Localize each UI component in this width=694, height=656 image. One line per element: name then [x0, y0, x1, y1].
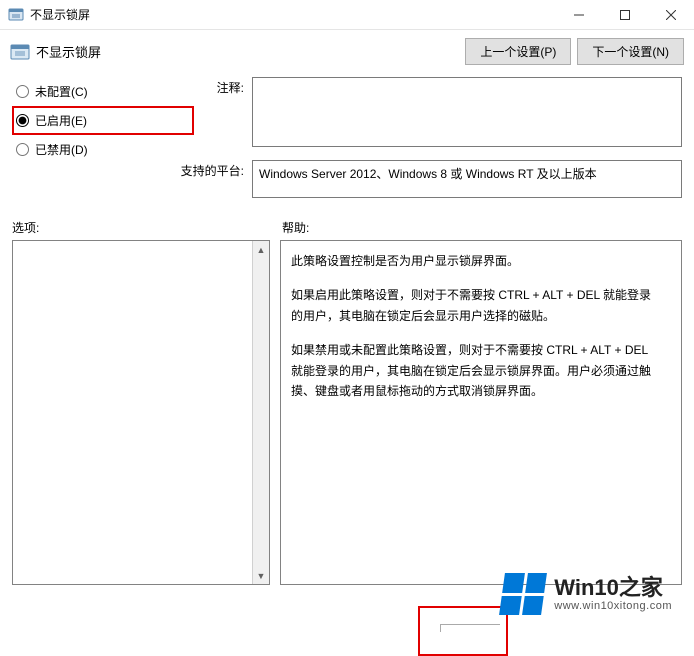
- scroll-up-icon[interactable]: ▲: [253, 241, 269, 258]
- state-radio-group: 未配置(C) 已启用(E) 已禁用(D): [12, 77, 192, 201]
- radio-enabled-input[interactable]: [16, 114, 29, 127]
- next-setting-button[interactable]: 下一个设置(N): [577, 38, 684, 65]
- radio-label: 已禁用(D): [35, 141, 88, 158]
- scroll-down-icon[interactable]: ▼: [253, 567, 269, 584]
- radio-label: 已启用(E): [35, 112, 87, 129]
- policy-name: 不显示锁屏: [36, 42, 459, 61]
- minimize-button[interactable]: [556, 0, 602, 29]
- radio-enabled[interactable]: 已启用(E): [12, 106, 192, 135]
- help-label: 帮助:: [282, 219, 309, 236]
- watermark-url: www.win10xitong.com: [554, 600, 672, 612]
- header: 不显示锁屏 上一个设置(P) 下一个设置(N): [0, 30, 694, 77]
- radio-not-configured-input[interactable]: [16, 85, 29, 98]
- app-icon: [8, 7, 24, 23]
- comment-label: 注释:: [192, 77, 252, 96]
- highlight-box-bottom: [418, 606, 508, 656]
- help-paragraph: 如果禁用或未配置此策略设置，则对于不需要按 CTRL + ALT + DEL 就…: [291, 340, 659, 401]
- scrollbar[interactable]: ▲ ▼: [252, 241, 269, 584]
- options-pane: ▲ ▼: [12, 240, 270, 585]
- maximize-button[interactable]: [602, 0, 648, 29]
- radio-not-configured[interactable]: 未配置(C): [12, 77, 192, 106]
- lower-labels: 选项: 帮助:: [12, 219, 682, 236]
- help-pane[interactable]: 此策略设置控制是否为用户显示锁屏界面。 如果启用此策略设置，则对于不需要按 CT…: [280, 240, 682, 585]
- title-bar: 不显示锁屏: [0, 0, 694, 30]
- window-controls: [556, 0, 694, 29]
- supported-textarea[interactable]: [252, 160, 682, 198]
- window-title: 不显示锁屏: [30, 6, 556, 23]
- policy-icon: [10, 42, 30, 62]
- radio-disabled-input[interactable]: [16, 143, 29, 156]
- prev-setting-button[interactable]: 上一个设置(P): [465, 38, 571, 65]
- help-paragraph: 此策略设置控制是否为用户显示锁屏界面。: [291, 251, 659, 271]
- close-button[interactable]: [648, 0, 694, 29]
- radio-disabled[interactable]: 已禁用(D): [12, 135, 192, 164]
- radio-label: 未配置(C): [35, 83, 88, 100]
- help-paragraph: 如果启用此策略设置，则对于不需要按 CTRL + ALT + DEL 就能登录的…: [291, 285, 659, 326]
- options-label: 选项:: [12, 219, 282, 236]
- comment-textarea[interactable]: [252, 77, 682, 147]
